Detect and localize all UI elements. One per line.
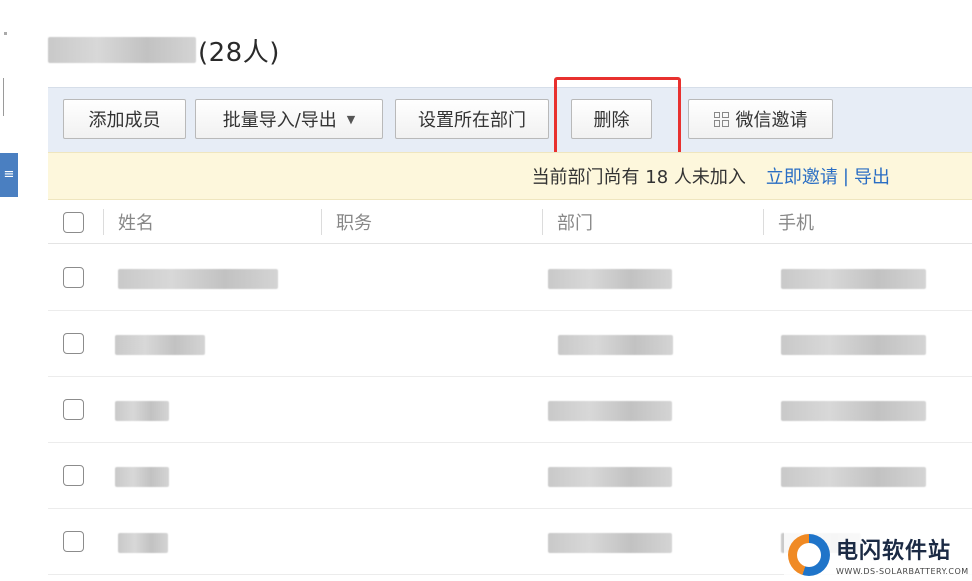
department-redacted — [548, 269, 672, 289]
phone-redacted — [781, 467, 926, 487]
qrcode-icon — [713, 111, 729, 127]
left-edge-marker — [4, 32, 7, 35]
department-redacted — [558, 335, 673, 355]
site-logo-icon — [788, 533, 830, 576]
department-redacted — [548, 467, 672, 487]
column-divider — [103, 209, 104, 235]
department-name-redacted — [48, 37, 196, 63]
site-watermark: 电闪软件站 WWW.DS-SOLARBATTERY.COM — [784, 528, 972, 581]
member-count: (28人) — [198, 37, 280, 68]
caret-down-icon: ▼ — [346, 112, 356, 126]
add-member-button[interactable]: 添加成员 — [63, 99, 186, 139]
name-redacted — [115, 467, 169, 487]
department-redacted — [548, 533, 672, 553]
column-header-phone[interactable]: 手机 — [778, 200, 814, 244]
column-header-department[interactable]: 部门 — [557, 200, 593, 244]
name-redacted — [115, 335, 205, 355]
watermark-name: 电闪软件站 — [836, 539, 952, 564]
phone-redacted — [781, 269, 926, 289]
action-toolbar: 添加成员 批量导入/导出 ▼ 设置所在部门 删除 微信邀请 — [48, 87, 972, 152]
delete-label: 删除 — [593, 110, 630, 131]
sidebar-active-tab[interactable]: ≡ — [0, 153, 18, 197]
wechat-invite-label: 微信邀请 — [735, 110, 808, 131]
column-header-title[interactable]: 职务 — [336, 200, 372, 244]
batch-import-export-label: 批量导入/导出 — [222, 110, 337, 131]
table-row[interactable] — [48, 245, 972, 311]
watermark-text: 电闪软件站 WWW.DS-SOLARBATTERY.COM — [836, 533, 969, 576]
column-divider — [763, 209, 764, 235]
name-redacted — [118, 269, 278, 289]
row-checkbox[interactable] — [63, 531, 84, 552]
set-department-label: 设置所在部门 — [418, 110, 526, 131]
pending-members-notice: 当前部门尚有 18 人未加入 立即邀请 | 导出 — [48, 152, 972, 200]
phone-redacted — [781, 401, 926, 421]
add-member-label: 添加成员 — [88, 110, 161, 131]
watermark-url: WWW.DS-SOLARBATTERY.COM — [836, 567, 969, 576]
row-checkbox[interactable] — [63, 399, 84, 420]
select-all-cell — [63, 200, 84, 244]
column-header-name[interactable]: 姓名 — [118, 200, 154, 244]
batch-import-export-button[interactable]: 批量导入/导出 ▼ — [195, 99, 383, 139]
row-checkbox[interactable] — [63, 267, 84, 288]
link-separator: | — [842, 165, 849, 187]
department-redacted — [548, 401, 672, 421]
row-checkbox[interactable] — [63, 333, 84, 354]
delete-button[interactable]: 删除 — [571, 99, 652, 139]
page-title: (28人) — [48, 32, 280, 68]
wechat-invite-button[interactable]: 微信邀请 — [688, 99, 833, 139]
name-redacted — [115, 401, 169, 421]
column-divider — [542, 209, 543, 235]
table-row[interactable] — [48, 443, 972, 509]
table-row[interactable] — [48, 311, 972, 377]
table-row[interactable] — [48, 377, 972, 443]
select-all-checkbox[interactable] — [63, 211, 84, 233]
pending-count-text: 当前部门尚有 18 人未加入 — [531, 167, 746, 188]
table-header: 姓名 职务 部门 手机 — [48, 200, 972, 244]
row-checkbox[interactable] — [63, 465, 84, 486]
left-sidebar-edge — [0, 78, 4, 116]
export-link[interactable]: 导出 — [854, 163, 890, 189]
name-redacted — [118, 533, 168, 553]
invite-now-link[interactable]: 立即邀请 — [766, 163, 838, 189]
column-divider — [321, 209, 322, 235]
phone-redacted — [781, 335, 926, 355]
set-department-button[interactable]: 设置所在部门 — [395, 99, 549, 139]
member-management-page: ≡ (28人) 添加成员 批量导入/导出 ▼ 设置所在部门 删除 微信邀请 当前… — [0, 0, 972, 581]
